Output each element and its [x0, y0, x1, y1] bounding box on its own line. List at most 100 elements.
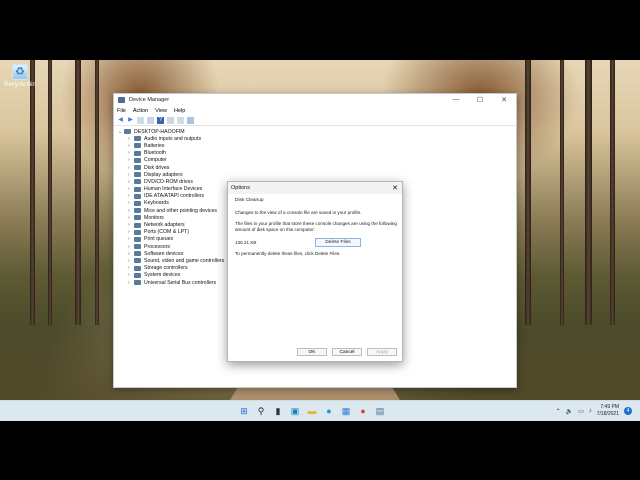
file-explorer-icon[interactable]: ▬: [306, 405, 318, 417]
device-category-icon: [134, 186, 141, 192]
menu-bar: File Action View Help: [114, 106, 516, 115]
dialog-footer: OK Cancel Apply: [228, 348, 402, 357]
monitor-icon[interactable]: [187, 116, 194, 124]
tree-item-label: Mice and other pointing devices: [144, 207, 217, 214]
tree-item-label: Software devices: [144, 250, 184, 257]
device-category-icon: [134, 150, 141, 156]
tree-item[interactable]: › Software devices: [118, 250, 224, 257]
search-icon[interactable]: ⚲: [255, 405, 267, 417]
tree-item[interactable]: › Disk drives: [118, 164, 224, 171]
device-category-icon: [134, 280, 141, 286]
recycle-bin-shortcut[interactable]: Recycle Bin: [3, 64, 37, 88]
chevron-up-icon[interactable]: ⌃: [556, 408, 561, 415]
speaker-icon[interactable]: 🔈: [566, 408, 573, 415]
device-category-icon: [134, 251, 141, 257]
device-manager-icon[interactable]: ▤: [374, 405, 386, 417]
toolbar: ◀ ▶ ?: [114, 115, 516, 126]
tree-trunk: [48, 60, 52, 325]
tree-item-label: Sound, video and game controllers: [144, 257, 225, 264]
tree-item[interactable]: › System devices: [118, 272, 224, 279]
tree-trunk: [75, 60, 81, 325]
tree-item-label: Disk drives: [144, 164, 170, 171]
tree-item-label: Display adapters: [144, 171, 183, 178]
tree-item-label: Keyboards: [144, 200, 169, 207]
tree-item[interactable]: › Bluetooth: [118, 150, 224, 157]
close-button[interactable]: ✕: [492, 96, 516, 104]
tree-item[interactable]: › DVD/CD-ROM drives: [118, 178, 224, 185]
tree-item-label: Network adapters: [144, 222, 185, 229]
options-titlebar[interactable]: Options ✕: [228, 182, 402, 194]
tree-item[interactable]: › Computer: [118, 157, 224, 164]
tree-item[interactable]: › Ports (COM & LPT): [118, 229, 224, 236]
tree-item[interactable]: › Storage controllers: [118, 265, 224, 272]
device-category-icon: [134, 179, 141, 185]
volume-icon[interactable]: ♪: [589, 408, 592, 414]
menu-file[interactable]: File: [117, 108, 126, 114]
clock[interactable]: 7:49 PM 7/18/2021: [597, 404, 619, 418]
update-driver-icon[interactable]: [167, 116, 174, 124]
tree-item-label: Computer: [144, 157, 167, 164]
menu-action[interactable]: Action: [133, 108, 148, 114]
cancel-button[interactable]: Cancel: [332, 348, 362, 356]
tree-trunk: [560, 60, 564, 325]
start-icon[interactable]: ⊞: [238, 405, 250, 417]
tree-item[interactable]: › Network adapters: [118, 221, 224, 228]
tree-item-label: IDE ATA/ATAPI controllers: [144, 193, 205, 200]
desktop: Recycle Bin Device Manager — ☐ ✕ File Ac…: [0, 60, 640, 420]
tree-item-label: System devices: [144, 272, 181, 279]
tree-item[interactable]: › Mice and other pointing devices: [118, 207, 224, 214]
chrome-icon[interactable]: ●: [357, 405, 369, 417]
device-category-icon: [134, 200, 141, 206]
info-text-1: Changes to the view of a console file ar…: [235, 210, 362, 215]
apply-button[interactable]: Apply: [367, 348, 397, 356]
tree-item[interactable]: › Sound, video and game controllers: [118, 257, 224, 264]
tree-item[interactable]: › Universal Serial Bus controllers: [118, 279, 224, 286]
menu-view[interactable]: View: [155, 108, 167, 114]
tree-trunk: [585, 60, 592, 325]
device-category-icon: [134, 265, 141, 271]
help-icon[interactable]: ?: [157, 116, 164, 124]
dialog-close-button[interactable]: ✕: [388, 184, 402, 192]
widgets-icon[interactable]: ▣: [289, 405, 301, 417]
tree-trunk: [95, 60, 99, 325]
menu-help[interactable]: Help: [174, 108, 185, 114]
tree-item-label: Bluetooth: [144, 150, 166, 157]
device-category-icon: [134, 157, 141, 163]
tree-root[interactable]: ⌄ DESKTOP-HAOOFIM: [118, 128, 224, 135]
info-text-2: The files in your profile that store the…: [235, 221, 397, 232]
ok-button[interactable]: OK: [297, 348, 327, 356]
tree-item[interactable]: › Monitors: [118, 214, 224, 221]
tree-item-label: Print queues: [144, 236, 174, 243]
device-category-icon: [134, 236, 141, 242]
network-icon[interactable]: ▭: [578, 408, 584, 415]
tree-item[interactable]: › Batteries: [118, 142, 224, 149]
tree-trunk: [525, 60, 531, 325]
back-arrow-icon[interactable]: ◀: [117, 117, 124, 124]
recycle-bin-icon: [12, 64, 28, 80]
tree-view-icon[interactable]: [137, 116, 144, 124]
tree-item[interactable]: › Audio inputs and outputs: [118, 135, 224, 142]
taskbar: ⊞ ⚲ ▮ ▣ ▬ ● ▦ ● ▤ ⌃ 🔈 ▭ ♪ 7:49 PM 7/18/2021 4: [0, 400, 640, 421]
tree-item[interactable]: › Human Interface Devices: [118, 186, 224, 193]
tree-item[interactable]: › Keyboards: [118, 200, 224, 207]
properties-icon[interactable]: [147, 116, 154, 124]
minimize-button[interactable]: —: [444, 96, 468, 104]
notification-badge[interactable]: 4: [624, 407, 632, 415]
forward-arrow-icon[interactable]: ▶: [127, 117, 134, 124]
store-icon[interactable]: ▦: [340, 405, 352, 417]
tree-item[interactable]: › Display adapters: [118, 171, 224, 178]
maximize-button[interactable]: ☐: [468, 96, 492, 104]
tree-item[interactable]: › IDE ATA/ATAPI controllers: [118, 193, 224, 200]
device-category-icon: [134, 222, 141, 228]
scan-hardware-icon[interactable]: [177, 116, 184, 124]
task-view-icon[interactable]: ▮: [272, 405, 284, 417]
tree-item[interactable]: › Processors: [118, 243, 224, 250]
window-title: Device Manager: [129, 97, 170, 103]
computer-icon: [124, 129, 131, 135]
device-category-icon: [134, 136, 141, 142]
tree-item[interactable]: › Print queues: [118, 236, 224, 243]
device-manager-titlebar[interactable]: Device Manager — ☐ ✕: [114, 94, 516, 106]
edge-icon[interactable]: ●: [323, 405, 335, 417]
delete-files-button[interactable]: Delete Files: [315, 238, 361, 247]
tree-item-label: Processors: [144, 243, 170, 250]
